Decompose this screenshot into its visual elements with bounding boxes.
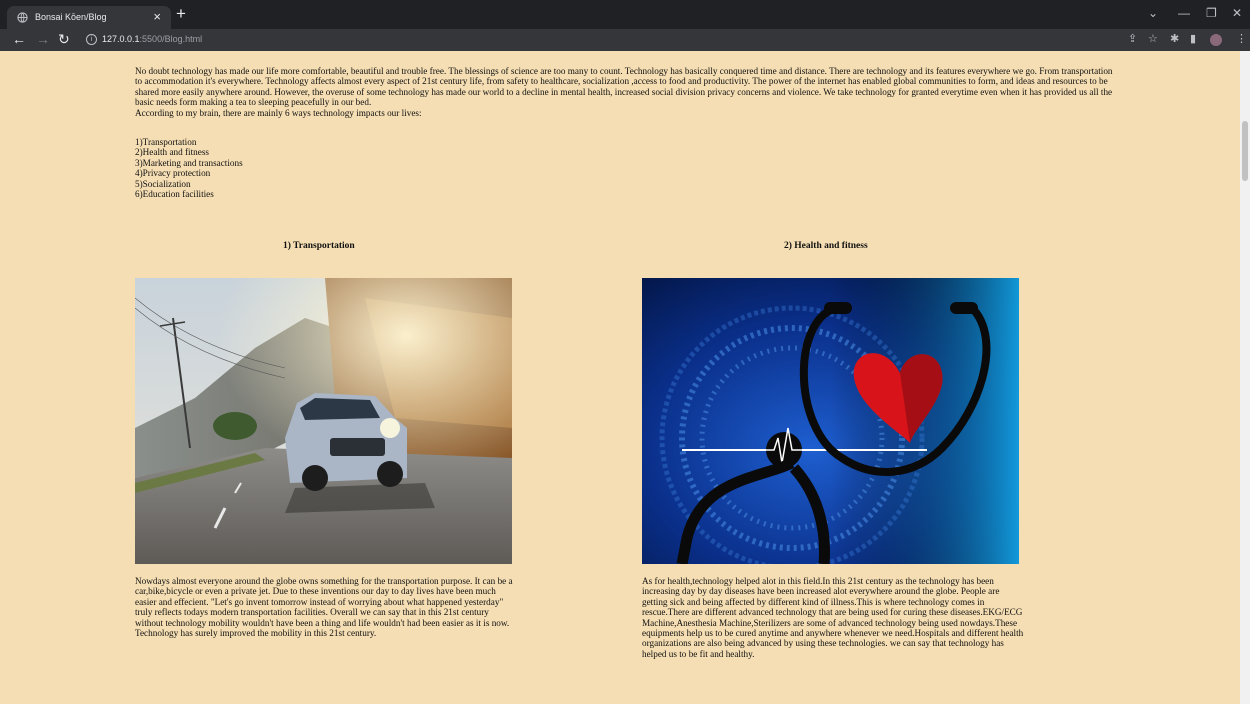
side-panel-icon[interactable]: ▮ — [1190, 33, 1196, 46]
url-text: 127.0.0.1:5500/Blog.html — [102, 34, 202, 44]
ways-list: 1)Transportation 2)Health and fitness 3)… — [135, 137, 243, 199]
intro-ways-line: According to my brain, there are mainly … — [135, 107, 422, 118]
list-item: 3)Marketing and transactions — [135, 157, 243, 168]
reload-button[interactable]: ↻ — [58, 31, 70, 48]
browser-toolbar: ← → ↻ i 127.0.0.1:5500/Blog.html ⇪ ☆ ✱ ▮… — [0, 29, 1250, 51]
stethoscope-heart-illustration — [642, 278, 1019, 564]
intro-block: No doubt technology has made our life mo… — [135, 66, 1115, 118]
list-item: 4)Privacy protection — [135, 168, 211, 179]
menu-icon[interactable]: ⋮ — [1236, 33, 1247, 46]
list-item: 6)Education facilities — [135, 189, 214, 200]
globe-icon — [17, 12, 28, 23]
browser-tab[interactable]: Bonsai Kōen/Blog × — [7, 6, 171, 29]
share-icon[interactable]: ⇪ — [1128, 33, 1137, 46]
list-item: 5)Socialization — [135, 178, 191, 189]
back-button[interactable]: ← — [12, 31, 26, 48]
bookmark-star-icon[interactable]: ☆ — [1148, 33, 1158, 46]
health-paragraph: As for health,technology helped alot in … — [642, 576, 1024, 659]
transportation-image — [135, 278, 512, 564]
transportation-paragraph: Nowdays almost everyone around the globe… — [135, 576, 513, 639]
list-item: 1)Transportation — [135, 137, 197, 147]
health-image — [642, 278, 1019, 564]
scrollbar-thumb[interactable] — [1242, 121, 1248, 181]
profile-avatar[interactable] — [1210, 34, 1222, 46]
close-window-button[interactable]: ✕ — [1232, 6, 1242, 20]
car-on-road-illustration — [135, 278, 512, 564]
address-bar[interactable]: i 127.0.0.1:5500/Blog.html — [80, 31, 1110, 49]
restore-button[interactable]: ❐ — [1206, 6, 1217, 20]
blog-page: No doubt technology has made our life mo… — [0, 51, 1240, 704]
intro-paragraph: No doubt technology has made our life mo… — [135, 66, 1113, 108]
minimize-button[interactable]: — — [1178, 6, 1190, 20]
tab-strip: Bonsai Kōen/Blog × + ⌄ — ❐ ✕ — [0, 0, 1250, 29]
section-heading-transportation: 1) Transportation — [283, 241, 355, 251]
forward-button[interactable]: → — [36, 31, 50, 48]
tab-title: Bonsai Kōen/Blog — [35, 12, 107, 22]
tab-search-icon[interactable]: ⌄ — [1148, 6, 1158, 20]
section-heading-health: 2) Health and fitness — [784, 241, 868, 251]
new-tab-button[interactable]: + — [176, 5, 186, 22]
list-item: 2)Health and fitness — [135, 147, 209, 158]
close-tab-icon[interactable]: × — [153, 9, 161, 24]
page-scrollbar[interactable] — [1240, 51, 1250, 704]
extensions-icon[interactable]: ✱ — [1170, 33, 1179, 46]
site-info-icon[interactable]: i — [86, 34, 97, 45]
url-host: 127.0.0.1 — [102, 34, 140, 44]
url-path: :5500/Blog.html — [139, 34, 203, 44]
